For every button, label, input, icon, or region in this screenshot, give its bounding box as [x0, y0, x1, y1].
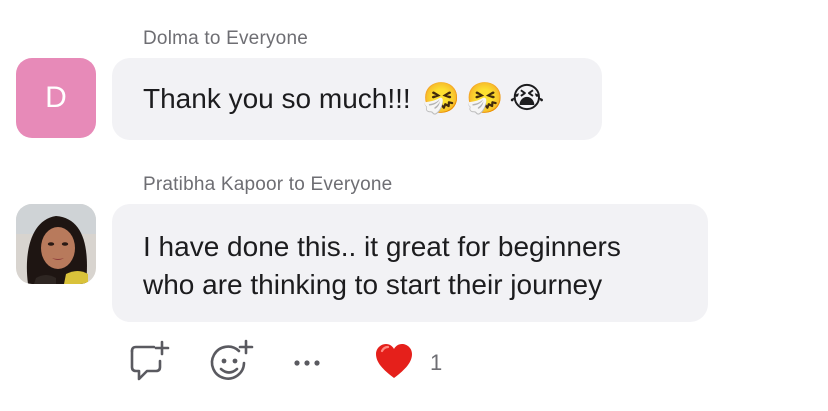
- reply-icon[interactable]: [126, 338, 172, 386]
- reaction-count: 1: [430, 350, 443, 375]
- avatar-photo: [16, 204, 96, 284]
- message-text-line: who are thinking to start their journey: [143, 269, 603, 300]
- heart-icon: [376, 344, 412, 378]
- sneezing-face-emoji: 🤧: [422, 82, 461, 115]
- crying-face-emoji: 😭: [509, 82, 545, 115]
- avatar: [16, 204, 96, 284]
- avatar: D: [16, 58, 96, 138]
- avatar-letter: D: [45, 81, 67, 114]
- message-actions-bar: 1: [126, 338, 466, 386]
- sender-label: Dolma to Everyone: [143, 28, 308, 49]
- sender-label: Pratibha Kapoor to Everyone: [143, 174, 393, 195]
- message-bubble[interactable]: Thank you so much!!! 🤧 🤧 😭: [112, 58, 602, 140]
- message-text-line: I have done this.. it great for beginner…: [143, 231, 621, 262]
- heart-reaction-button[interactable]: [372, 338, 416, 386]
- more-icon[interactable]: [288, 338, 328, 386]
- add-reaction-icon[interactable]: [208, 338, 256, 386]
- message-bubble[interactable]: I have done this.. it great for beginner…: [112, 204, 708, 322]
- message-text: Thank you so much!!!: [143, 83, 411, 114]
- chat-panel: Dolma to Everyone D Thank you so much!!!…: [0, 0, 828, 411]
- sneezing-face-emoji: 🤧: [466, 82, 504, 115]
